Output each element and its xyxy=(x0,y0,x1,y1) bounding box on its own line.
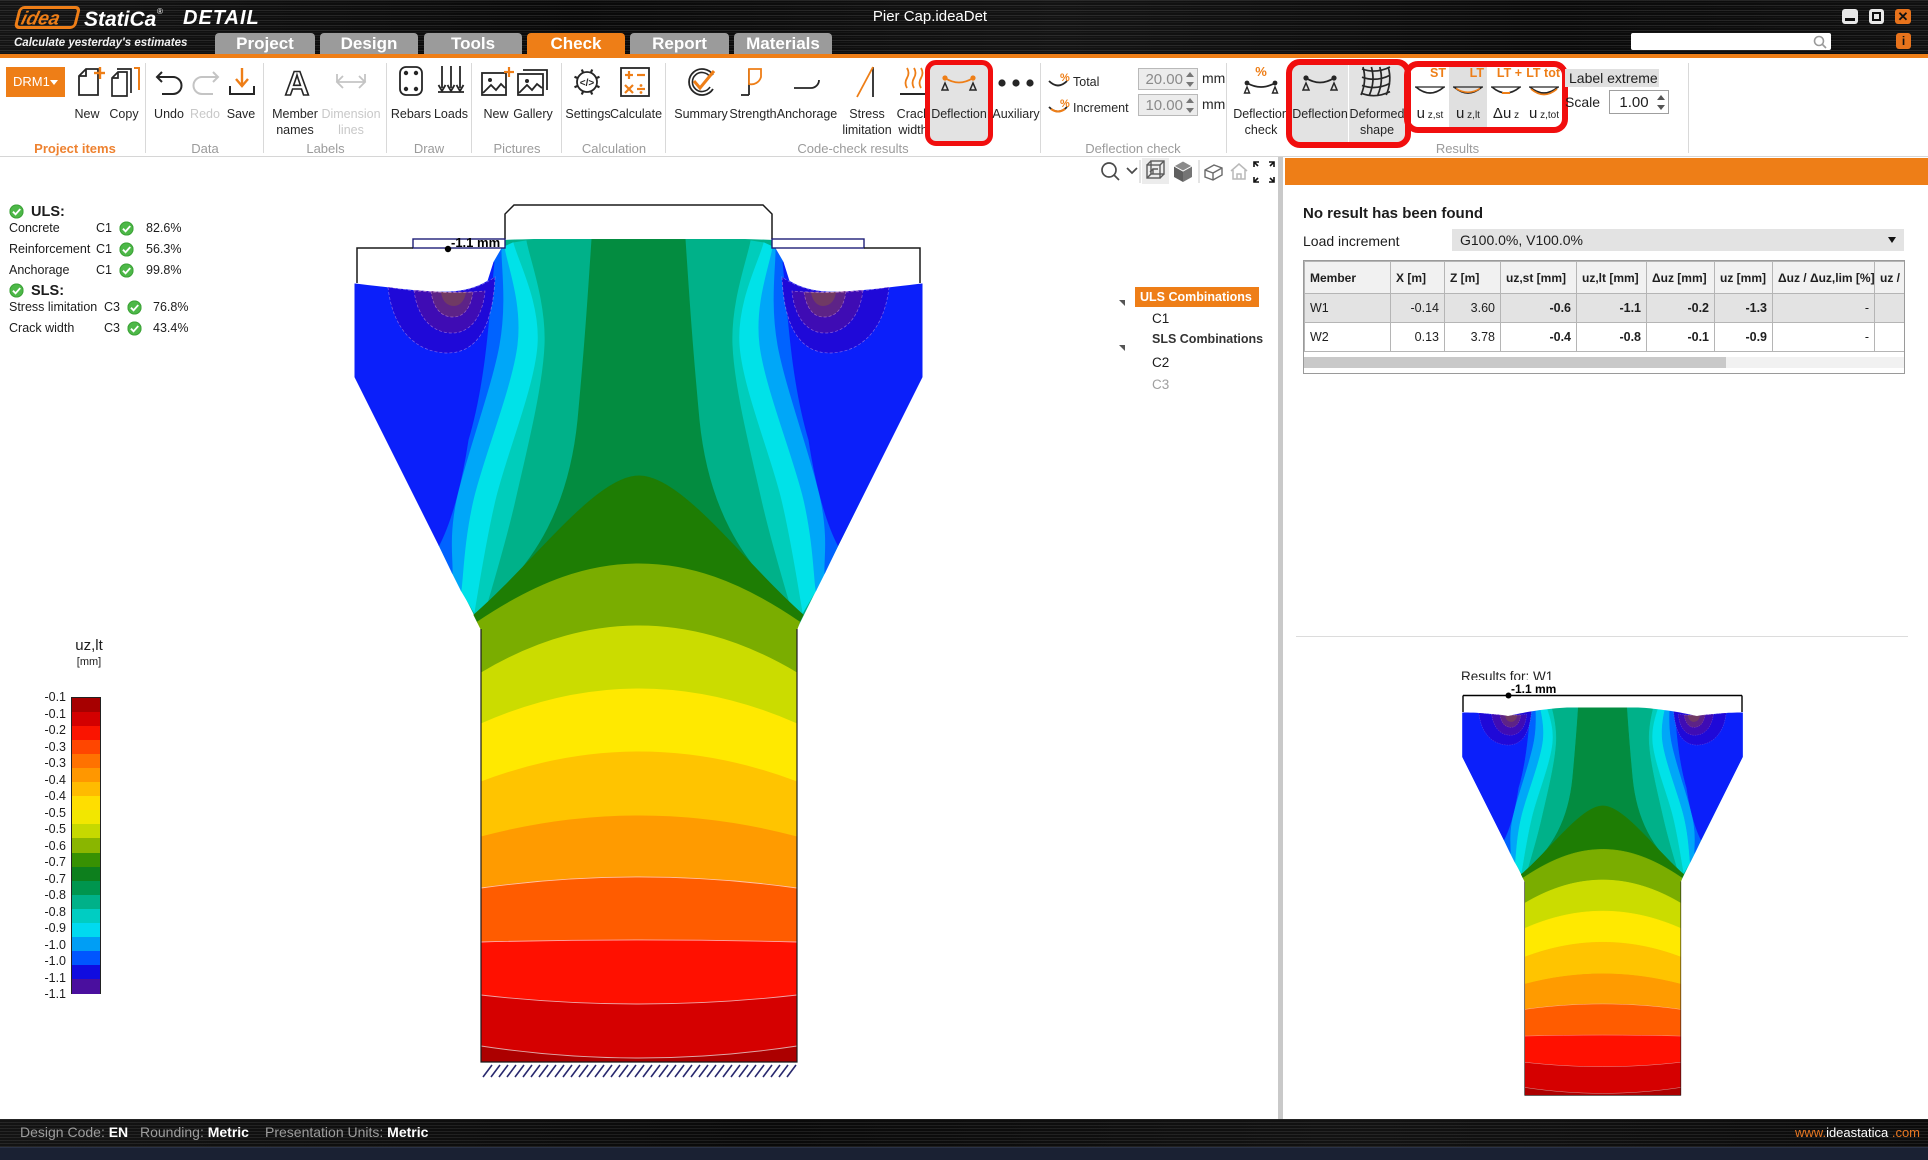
svg-text:-1.1 mm: -1.1 mm xyxy=(451,235,500,250)
svg-text:%: % xyxy=(1255,66,1267,79)
svg-text:%: % xyxy=(1060,98,1070,110)
svg-text:StatiCa: StatiCa xyxy=(84,8,157,31)
svg-text:®: ® xyxy=(157,7,163,16)
svg-text:A: A xyxy=(285,65,310,100)
svg-text:%: % xyxy=(1060,72,1070,84)
svg-text:-1.1 mm: -1.1 mm xyxy=(1511,682,1556,696)
svg-text:idea: idea xyxy=(19,9,62,30)
svg-text:</>: </> xyxy=(580,78,595,89)
